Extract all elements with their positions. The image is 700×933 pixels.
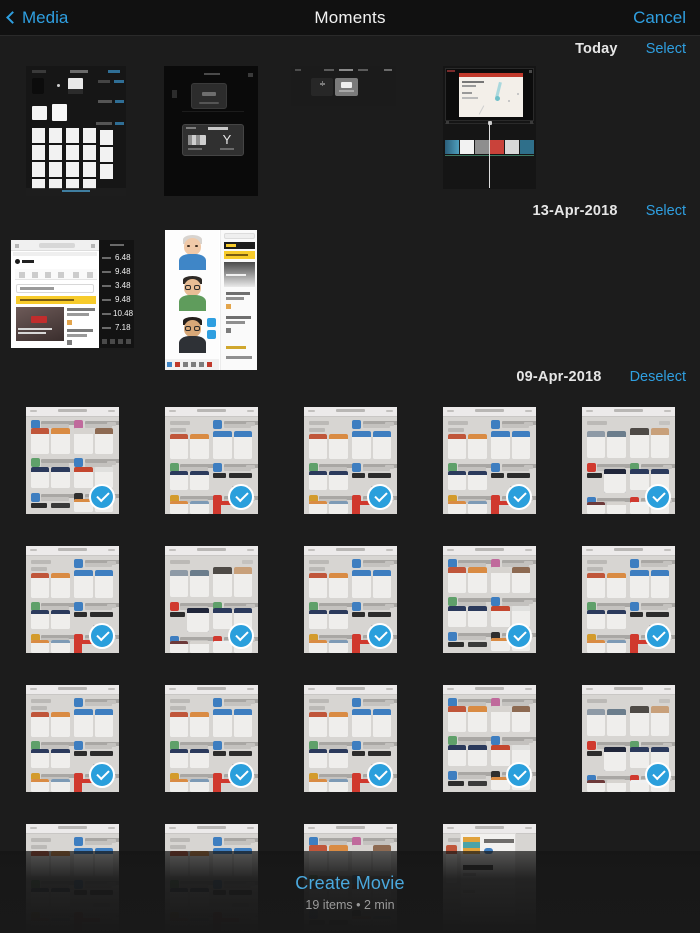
section-header-apr09: 09-Apr-2018 Deselect [0,364,700,390]
thumbnail-photo[interactable] [304,407,397,514]
selection-summary: 19 items • 2 min [305,897,395,912]
selected-check-icon[interactable] [506,623,532,649]
thumbnail-photo[interactable] [26,685,119,792]
section-header-apr13: 13-Apr-2018 Select [0,198,700,224]
thumbnail-imovie-new-project[interactable]: Y [164,66,258,196]
section-date-apr13: 13-Apr-2018 [532,203,618,219]
selected-check-icon[interactable] [645,762,671,788]
section-header-today: Today Select [0,36,700,62]
thumbnail-photo[interactable] [582,685,675,792]
selected-check-icon[interactable] [89,762,115,788]
thumbnail-photo[interactable] [26,407,119,514]
selected-check-icon[interactable] [367,762,393,788]
selected-check-icon[interactable] [228,484,254,510]
thumbnail-photo[interactable] [304,546,397,653]
selected-check-icon[interactable] [645,623,671,649]
selected-check-icon[interactable] [228,762,254,788]
thumbnail-photo[interactable] [165,546,258,653]
thumbnail-photo[interactable] [443,546,536,653]
thumbnail-imovie-timeline[interactable] [443,66,536,189]
navigation-bar: Media Moments Cancel [0,0,700,36]
page-title: Moments [314,7,386,27]
thumbnail-photo[interactable] [443,685,536,792]
thumbnail-photo[interactable] [443,407,536,514]
thumbnail-photo[interactable] [582,546,675,653]
selected-check-icon[interactable] [645,484,671,510]
selected-check-icon[interactable] [506,762,532,788]
moments-picker-screen: Media Moments Cancel Today Select Y 13-A… [0,0,700,933]
thumbnail-photo[interactable] [304,685,397,792]
bottom-action-bar: Create Movie 19 items • 2 min [0,851,700,933]
thumbnail-imovie-projects[interactable] [291,66,396,106]
selected-check-icon[interactable] [89,484,115,510]
selected-check-icon[interactable] [367,623,393,649]
thumbnail-photo[interactable] [165,407,258,514]
section-deselect-apr09[interactable]: Deselect [630,369,686,385]
selected-check-icon[interactable] [89,623,115,649]
selected-check-icon[interactable] [506,484,532,510]
thumbnail-photo[interactable] [26,546,119,653]
thumbnail-memoji-avatars[interactable] [165,230,257,370]
selected-check-icon[interactable] [228,623,254,649]
selected-check-icon[interactable] [367,484,393,510]
thumbnail-photo[interactable] [582,407,675,514]
thumbnail-moments-screenshot[interactable] [26,66,126,196]
create-movie-button[interactable]: Create Movie [295,873,404,894]
section-select-apr13[interactable]: Select [646,203,686,219]
thumbnail-photo[interactable] [165,685,258,792]
section-date-apr09: 09-Apr-2018 [516,369,602,385]
section-date-today: Today [575,41,618,57]
section-select-today[interactable]: Select [646,41,686,57]
cancel-button[interactable]: Cancel [633,8,686,28]
thumbnail-browser-article[interactable]: 6.48 9.48 3.48 9.48 10.48 7.18 [11,240,134,348]
